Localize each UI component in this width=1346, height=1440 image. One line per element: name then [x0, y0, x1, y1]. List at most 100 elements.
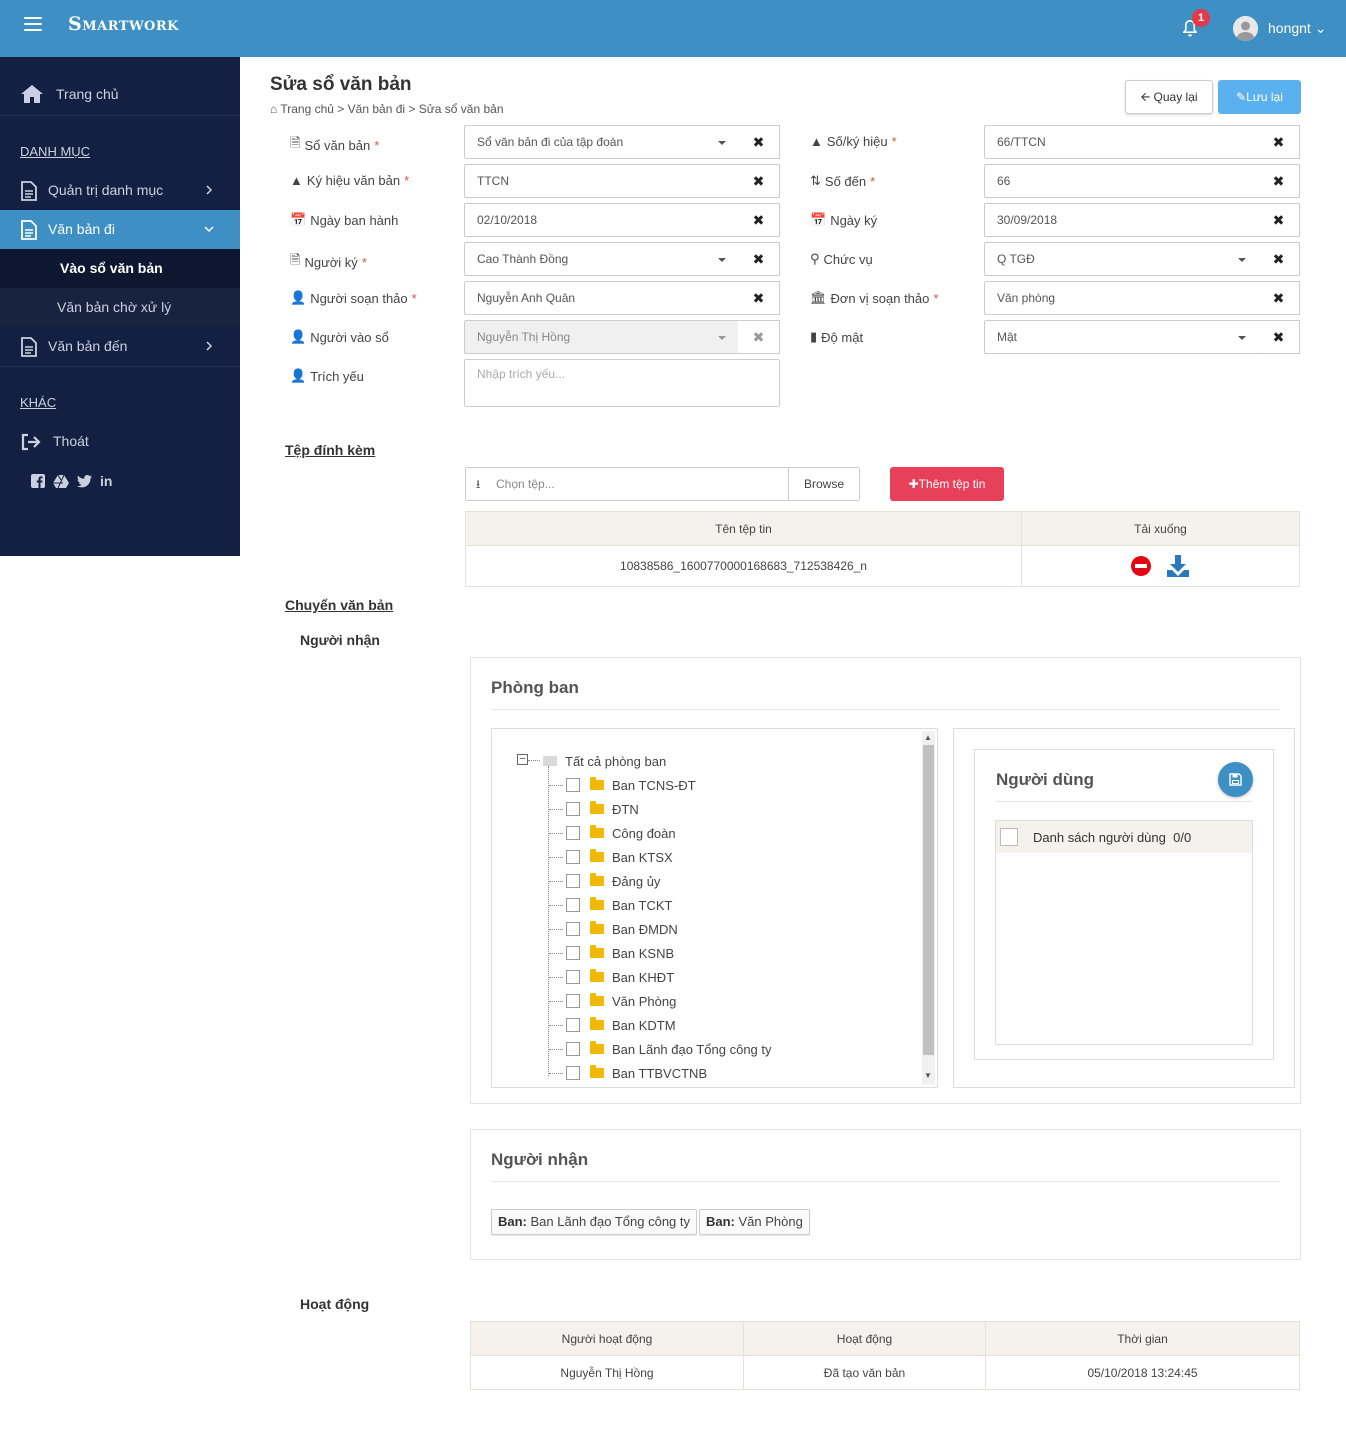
department-tree[interactable] — [491, 728, 938, 1088]
do-mat-select[interactable]: Mật — [984, 320, 1259, 354]
tree-item-department[interactable]: Ban TTBVCTNB — [566, 1064, 707, 1082]
award-icon: ⚲ — [810, 251, 820, 266]
tree-item-department[interactable]: Công đoàn — [566, 824, 676, 842]
browse-button[interactable]: Browse — [788, 467, 860, 501]
clear-button[interactable]: ✖ — [738, 164, 780, 198]
sidebar-item-incoming[interactable]: Văn bản đến — [0, 327, 240, 366]
tree-item-department[interactable]: Văn Phòng — [566, 992, 676, 1010]
select-all-users-checkbox[interactable] — [1000, 828, 1018, 846]
brand-logo[interactable]: Smartwork — [68, 13, 179, 35]
scrollbar-thumb[interactable] — [923, 745, 934, 1055]
clear-button[interactable]: ✖ — [1258, 203, 1300, 237]
scrollbar[interactable]: ▲ ▼ — [922, 731, 935, 1085]
clear-button[interactable]: ✖ — [738, 242, 780, 276]
so-ky-hieu-input[interactable]: 66/TTCN — [984, 125, 1259, 159]
save-users-button[interactable] — [1218, 762, 1253, 797]
department-checkbox[interactable] — [566, 994, 580, 1008]
avatar[interactable] — [1233, 16, 1258, 41]
ngay-ky-input[interactable]: 30/09/2018 — [984, 203, 1259, 237]
department-checkbox[interactable] — [566, 850, 580, 864]
department-checkbox[interactable] — [566, 946, 580, 960]
department-checkbox[interactable] — [566, 874, 580, 888]
department-checkbox[interactable] — [566, 922, 580, 936]
user-icon: 👤 — [290, 329, 307, 344]
caret-down-icon — [1238, 258, 1246, 262]
department-checkbox[interactable] — [566, 970, 580, 984]
twitter-icon[interactable] — [77, 474, 92, 488]
user-menu[interactable]: hongnt ⌄ — [1268, 20, 1326, 37]
table-cell: Đã tạo văn bản — [743, 1355, 986, 1390]
upload-icon: ⭳ — [476, 477, 481, 491]
tree-item-department[interactable]: Ban TCKT — [566, 896, 672, 914]
clear-button[interactable]: ✖ — [1258, 242, 1300, 276]
field-label: ▮ Độ mật — [810, 329, 864, 345]
top-bar: Smartwork 1 hongnt ⌄ — [0, 0, 1346, 57]
tree-item-department[interactable]: Ban KSNB — [566, 944, 674, 962]
scroll-up-icon[interactable]: ▲ — [924, 733, 932, 742]
recipient-tag[interactable]: Ban: Ban Lãnh đạo Tổng công ty — [491, 1209, 698, 1235]
department-checkbox[interactable] — [566, 1066, 580, 1080]
department-checkbox[interactable] — [566, 778, 580, 792]
remove-icon[interactable] — [1130, 555, 1152, 577]
clear-button[interactable]: ✖ — [738, 125, 780, 159]
scroll-down-icon[interactable]: ▼ — [924, 1071, 932, 1080]
breadcrumb-item[interactable]: Trang chủ — [280, 102, 334, 116]
tree-item-department[interactable]: Ban KDTM — [566, 1016, 676, 1034]
department-checkbox[interactable] — [566, 898, 580, 912]
clear-button[interactable]: ✖ — [738, 203, 780, 237]
folder-icon — [590, 945, 604, 958]
sign-out-icon — [21, 433, 41, 451]
clear-button[interactable]: ✖ — [1258, 320, 1300, 354]
clear-button[interactable]: ✖ — [1258, 125, 1300, 159]
users-count: 0/0 — [1173, 829, 1192, 845]
save-button[interactable]: ✎Lưu lại — [1218, 80, 1301, 114]
chuc-vu-select[interactable]: Q TGĐ — [984, 242, 1259, 276]
tree-item-department[interactable]: Ban ĐMDN — [566, 920, 678, 938]
menu-icon[interactable] — [24, 17, 42, 33]
tree-item-department[interactable]: Ban TCNS-ĐT — [566, 776, 696, 794]
so-den-input[interactable]: 66 — [984, 164, 1259, 198]
tree-item-department[interactable]: Ban KHĐT — [566, 968, 674, 986]
nguoi-ky-select[interactable]: Cao Thành Đồng — [464, 242, 739, 276]
department-checkbox[interactable] — [566, 802, 580, 816]
folder-icon — [590, 1065, 604, 1078]
so-van-ban-select[interactable]: Sổ văn bản đi của tập đoàn — [464, 125, 739, 159]
clear-button[interactable]: ✖ — [1258, 164, 1300, 198]
recipient-tag[interactable]: Ban: Văn Phòng — [699, 1209, 810, 1235]
tree-item-department[interactable]: ĐTN — [566, 800, 639, 818]
drive-icon[interactable] — [53, 474, 69, 488]
activity-heading: Hoạt động — [300, 1296, 370, 1312]
sidebar-item-home[interactable]: Trang chủ — [0, 75, 240, 114]
sidebar-item-admin[interactable]: Quản trị danh mục — [0, 171, 240, 210]
file-input[interactable]: ⭳ Chọn tệp... — [465, 467, 790, 501]
recipients-heading: Người nhận — [300, 632, 380, 648]
department-checkbox[interactable] — [566, 1018, 580, 1032]
tree-item-department[interactable]: Đảng ủy — [566, 872, 660, 890]
clear-button[interactable]: ✖ — [738, 281, 780, 315]
department-checkbox[interactable] — [566, 1042, 580, 1056]
ngay-ban-hanh-input[interactable]: 02/10/2018 — [464, 203, 739, 237]
tree-item-department[interactable]: Ban KTSX — [566, 848, 673, 866]
tree-root[interactable]: Tất cả phòng ban — [543, 752, 666, 770]
home-icon: ⌂ — [270, 102, 278, 116]
sidebar-item-outgoing[interactable]: Văn bản đi — [0, 210, 240, 249]
caret-down-icon — [718, 141, 726, 145]
facebook-icon[interactable] — [31, 474, 45, 488]
collapse-toggle[interactable]: – — [517, 754, 528, 765]
linkedin-icon[interactable]: in — [100, 474, 112, 488]
sidebar-item-logout[interactable]: Thoát — [0, 422, 240, 461]
department-checkbox[interactable] — [566, 826, 580, 840]
add-file-button[interactable]: ✚Thêm tệp tin — [890, 467, 1004, 501]
don-vi-input[interactable]: Văn phòng — [984, 281, 1259, 315]
back-button[interactable]: 🡨 Quay lại — [1125, 80, 1213, 114]
breadcrumb-item[interactable]: Văn bản đi — [348, 102, 405, 116]
tree-item-department[interactable]: Ban Lãnh đạo Tổng công ty — [566, 1040, 772, 1058]
sidebar-subitem-pending[interactable]: Văn bản chờ xử lý — [0, 288, 240, 327]
trich-yeu-textarea[interactable]: Nhập trích yếu... — [464, 359, 780, 407]
sidebar-subitem-register[interactable]: Vào sổ văn bản — [0, 249, 240, 288]
nguoi-soan-input[interactable]: Nguyễn Anh Quân — [464, 281, 739, 315]
clear-button[interactable]: ✖ — [1258, 281, 1300, 315]
ky-hieu-input[interactable]: TTCN — [464, 164, 739, 198]
file-icon: 🗎 — [290, 135, 301, 150]
download-icon[interactable] — [1165, 554, 1191, 578]
